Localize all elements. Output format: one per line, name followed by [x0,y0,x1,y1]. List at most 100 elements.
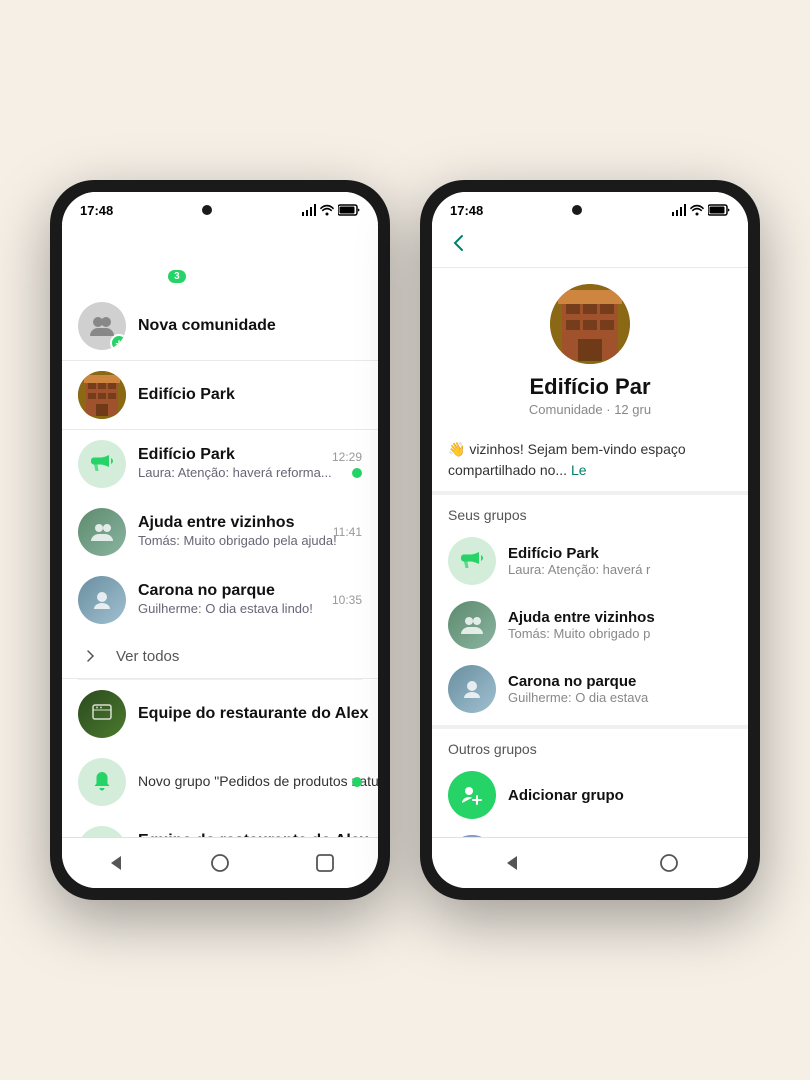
group-ajuda-info: Ajuda entre vizinhos Tomás: Muito obriga… [508,609,732,641]
conversations-icon [62,268,82,284]
carona-parque-avatar [78,576,126,624]
adicionar-grupo-info: Adicionar grupo [508,787,732,804]
group-ajuda[interactable]: Ajuda entre vizinhos Tomás: Muito obriga… [432,593,748,657]
edificio-park-avatar [78,440,126,488]
adicionar-grupo-avatar [448,771,496,819]
restaurante-chat-item[interactable]: Equipe do restaurante do Alex Carlos: Fe… [62,816,378,837]
app-title: WhatsApp [62,224,171,250]
status-icons-left [300,204,360,216]
community-title: Edifício Par [529,374,650,400]
group-carona-preview: Guilherme: O dia estava [508,690,732,705]
restaurante-unread-dot [352,777,362,787]
restaurante-chat-time: 12:27 [332,836,362,837]
adicionar-grupo-item[interactable]: Adicionar grupo [432,763,748,827]
edificio-park-chat-content: Edifício Park Laura: Atenção: haverá ref… [138,446,320,482]
group-edificio-park[interactable]: Edifício Park Laura: Atenção: haverá r [432,529,748,593]
edificio-park-time: 12:29 [332,450,362,464]
group-carona[interactable]: Carona no parque Guilherme: O dia estava [432,657,748,721]
carona-parque-content: Carona no parque Guilherme: O dia estava… [138,582,320,618]
edificio-park-community-avatar [78,371,126,419]
community-desc: 👋 vizinhos! Sejam bem-vindo espaço compa… [432,429,748,495]
bottom-nav-right [432,837,748,888]
camera-icon[interactable] [333,227,355,247]
group-carona-info: Carona no parque Guilherme: O dia estava [508,673,732,705]
restaurante-chat-content: Equipe do restaurante do Alex Carlos: Fe… [138,832,320,837]
group-edificio-info: Edifício Park Laura: Atenção: haverá r [508,545,732,577]
restaurante-community-content: Equipe do restaurante do Alex [138,705,362,723]
edificio-park-chat-preview: Laura: Atenção: haverá reforma... [138,465,332,480]
edificio-park-community-item[interactable]: Edifício Park [62,361,378,429]
ajuda-vizinhos-meta: 11:41 [333,525,362,539]
group-ajuda-preview: Tomás: Muito obrigado p [508,626,732,641]
ajuda-vizinhos-time: 11:41 [333,525,362,539]
phones-container: 17:48 [50,180,760,900]
time-left: 17:48 [80,203,113,218]
back-button-right[interactable] [448,232,470,259]
back-button[interactable] [100,848,130,878]
more-options-icon[interactable] [373,227,378,247]
camera-dot-right [572,205,582,215]
group-edificio-avatar [448,537,496,585]
chevron-right-icon [78,644,102,668]
edificio-park-community-section: Edifício Park [62,361,378,430]
home-button-right[interactable] [654,848,684,878]
group-ajuda-name: Ajuda entre vizinhos [508,609,732,626]
ajuda-vizinhos-item[interactable]: Ajuda entre vizinhos Tomás: Muito obriga… [62,498,378,566]
restaurante-notification-item[interactable]: Novo grupo "Pedidos de produtos naturais… [62,748,378,816]
nova-comunidade-item[interactable]: + Nova comunidade [62,292,378,360]
restaurante-notification-content: Novo grupo "Pedidos de produtos naturais… [138,773,340,791]
outros-grupos-label: Outros grupos [432,725,748,763]
ajuda-vizinhos-avatar [78,508,126,556]
restaurante-community-name: Equipe do restaurante do Alex [138,705,369,722]
seus-grupos-label: Seus grupos [432,495,748,529]
ajuda-vizinhos-name: Ajuda entre vizinhos [138,514,294,531]
phone-left: 17:48 [50,180,390,900]
camera-dot [202,205,212,215]
phone-right: 17:48 [420,180,760,900]
desc-link[interactable]: Le [571,462,587,478]
nova-comunidade-section: + Nova comunidade [62,292,378,361]
group-carona-avatar [448,665,496,713]
bottom-nav [62,837,378,888]
restaurante-chat-meta: 12:27 [332,836,362,837]
carona-parque-name: Carona no parque [138,582,275,599]
status-icons-right [670,204,730,216]
group-edificio-preview: Laura: Atenção: haverá r [508,562,732,577]
tab-status[interactable]: STATUS [186,260,282,290]
ajuda-vizinhos-preview: Tomás: Muito obrigado pela ajuda! [138,533,337,548]
community-hero: Edifício Par Comunidade · 12 gru [432,268,748,429]
add-badge: + [110,334,126,350]
hero-avatar [550,284,630,364]
ver-todos-row[interactable]: Ver todos [62,634,378,679]
carona-parque-meta: 10:35 [332,593,362,607]
edificio-park-chat-name: Edifício Park [138,446,235,463]
eventos-predio-item[interactable]: Eventos do prédio [432,827,748,837]
edificio-park-chat-meta: 12:29 [332,450,362,478]
ajuda-vizinhos-content: Ajuda entre vizinhos Tomás: Muito obriga… [138,514,321,550]
nova-comunidade-content: Nova comunidade [138,317,362,335]
carona-parque-preview: Guilherme: O dia estava lindo! [138,601,313,616]
group-carona-name: Carona no parque [508,673,732,690]
tab-conversas[interactable]: CONVERSAS 3 [62,258,186,292]
restaurante-community-item[interactable]: Equipe do restaurante do Alex [62,680,378,748]
recents-button[interactable] [310,848,340,878]
ver-todos-text: Ver todos [116,648,179,665]
home-button[interactable] [205,848,235,878]
edificio-park-community-name: Edifício Park [138,386,235,403]
adicionar-grupo-name: Adicionar grupo [508,787,732,804]
nova-comunidade-name: Nova comunidade [138,317,276,334]
restaurante-notification-meta [352,777,362,787]
nova-comunidade-avatar: + [78,302,126,350]
groups-section: Seus grupos Edifício Park Laura: Atenção… [432,495,748,837]
time-right: 17:48 [450,203,483,218]
tab-chamadas[interactable]: CHAMADAS [282,260,378,290]
edificio-park-chat-item[interactable]: Edifício Park Laura: Atenção: haverá ref… [62,430,378,498]
conversations-badge: 3 [168,270,186,283]
back-button-bottom-right[interactable] [496,848,526,878]
restaurante-notification-text: Novo grupo "Pedidos de produtos naturais… [138,773,378,789]
carona-parque-time: 10:35 [332,593,362,607]
community-subtitle: Comunidade · 12 gru [529,402,651,417]
carona-parque-item[interactable]: Carona no parque Guilherme: O dia estava… [62,566,378,634]
detail-header [432,224,748,268]
bell-avatar [78,758,126,806]
